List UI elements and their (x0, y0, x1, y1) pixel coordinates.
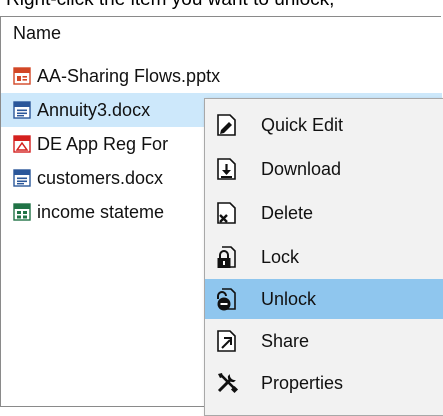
menu-label: Lock (261, 246, 300, 267)
file-name: customers.docx (37, 167, 164, 188)
menu-item-lock[interactable]: Lock (205, 237, 443, 277)
menu-item-download[interactable]: Download (205, 149, 443, 189)
share-icon (217, 330, 236, 352)
menu-label: Properties (261, 372, 344, 393)
quick-edit-icon (217, 114, 236, 136)
menu-item-quick-edit[interactable]: Quick Edit (205, 105, 443, 145)
file-name: DE App Reg For (37, 133, 169, 154)
menu-item-properties[interactable]: Properties (205, 363, 443, 403)
menu-label: Download (261, 158, 342, 179)
context-menu: Quick Edit Download Delete Lock Unlock S… (204, 98, 443, 416)
column-header-name[interactable]: Name (13, 23, 61, 44)
docx-file-icon (13, 169, 31, 187)
menu-label: Delete (261, 202, 314, 223)
xlsx-file-icon (13, 203, 31, 221)
pptx-file-icon (13, 67, 31, 85)
menu-label: Share (261, 330, 310, 351)
file-name: Annuity3.docx (37, 99, 151, 120)
menu-label: Unlock (261, 288, 317, 309)
unlock-icon (217, 288, 236, 311)
menu-item-unlock[interactable]: Unlock (205, 279, 443, 319)
menu-label: Quick Edit (261, 114, 344, 135)
instruction-text: Right-click the item you want to unlock, (6, 0, 334, 11)
lock-icon (217, 246, 236, 268)
file-name: income stateme (37, 201, 165, 222)
properties-icon (217, 373, 239, 394)
download-icon (217, 158, 236, 180)
menu-item-delete[interactable]: Delete (205, 193, 443, 233)
file-row[interactable]: AA-Sharing Flows.pptx (1, 59, 442, 93)
menu-item-share[interactable]: Share (205, 321, 443, 361)
file-name: AA-Sharing Flows.pptx (37, 65, 221, 86)
delete-icon (217, 202, 236, 224)
docx-file-icon (13, 101, 31, 119)
pdf-file-icon (13, 135, 31, 153)
